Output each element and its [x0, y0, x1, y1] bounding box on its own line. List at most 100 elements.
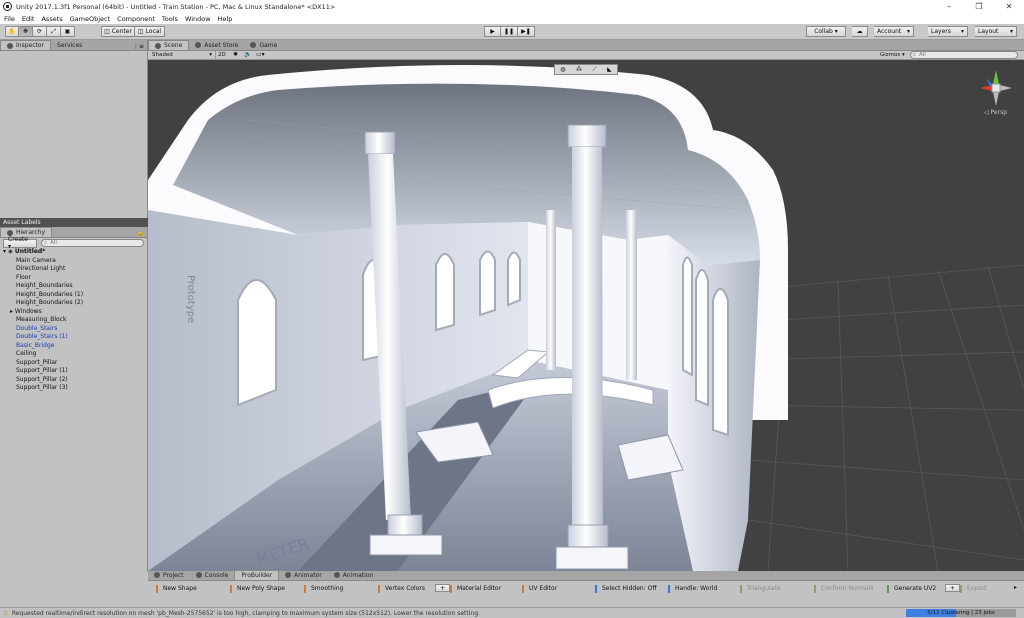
create-button[interactable]: Create ▾ — [3, 236, 38, 250]
close-button[interactable]: ✕ — [994, 2, 1024, 11]
material-editor-button[interactable]: Material Editor — [450, 585, 501, 593]
new-poly-shape-button[interactable]: New Poly Shape — [230, 585, 285, 593]
status-bar: ⚠ Requested realtime/indirect resolution… — [0, 607, 1024, 618]
2d-mode-toggle[interactable]: 2D — [218, 51, 230, 59]
window-title: Unity 2017.1.3f1 Personal (64bit) - Unti… — [16, 2, 336, 11]
tab-animator[interactable]: Animator — [279, 570, 328, 580]
lighting-toggle-icon[interactable]: ✹ — [233, 51, 238, 59]
status-message[interactable]: Requested realtime/indirect resolution o… — [12, 610, 906, 617]
menu-gameobject[interactable]: GameObject — [70, 15, 111, 23]
step-button[interactable]: ▶❚ — [518, 26, 535, 37]
hierarchy-item-label: Basic_Bridge — [16, 341, 55, 349]
tab-game[interactable]: Game — [244, 40, 283, 50]
hierarchy-search-placeholder: All — [50, 240, 57, 246]
hierarchy-item-label: Double_Stairs (1) — [16, 333, 68, 340]
panel-menu-icon[interactable]: ⋮≡ — [133, 43, 144, 50]
scene-root-row[interactable]: ▾ ◈ Untitled* — [0, 248, 147, 257]
generate-uv2-button[interactable]: Generate UV2 — [887, 585, 936, 593]
hierarchy-item[interactable]: ▸ Windows — [0, 308, 147, 317]
menu-tools[interactable]: Tools — [162, 15, 178, 23]
collab-button[interactable]: Collab ▾ — [806, 26, 846, 37]
pause-button[interactable]: ❚❚ — [501, 26, 518, 37]
smoothing-button[interactable]: Smoothing — [304, 585, 343, 593]
menu-edit[interactable]: Edit — [22, 15, 35, 23]
hierarchy-item[interactable]: Height_Boundaries (2) — [0, 299, 147, 308]
maximize-button[interactable]: ❐ — [964, 2, 994, 11]
menu-window[interactable]: Window — [185, 15, 211, 23]
tab-animation[interactable]: Animation — [328, 570, 380, 580]
account-label: Account — [877, 28, 902, 35]
hierarchy-item[interactable]: Height_Boundaries — [0, 282, 147, 291]
hierarchy-item[interactable]: Support_Pillar (1) — [0, 367, 147, 376]
face-select-icon[interactable]: ◣ — [607, 66, 612, 73]
hierarchy-item[interactable]: Height_Boundaries (1) — [0, 291, 147, 300]
move-tool-button[interactable]: ✥ — [19, 26, 33, 37]
scene-toolbar: Shaded ▾ 2D ✹ 🔈 ▭▾ Gizmos ▾ ⌕ All — [148, 51, 1024, 60]
shading-mode-dropdown[interactable]: Shaded ▾ — [152, 51, 216, 59]
lock-icon[interactable]: 🔒 — [137, 230, 144, 237]
vertex-colors-options-button[interactable]: + — [435, 584, 451, 592]
layers-dropdown[interactable]: Layers ▾ — [928, 26, 968, 37]
asset-labels-bar[interactable]: Asset Labels — [0, 218, 148, 227]
menu-assets[interactable]: Assets — [41, 15, 62, 23]
vertex-colors-button[interactable]: Vertex Colors — [378, 585, 425, 593]
scroll-right-icon[interactable]: ▸ — [1014, 584, 1017, 591]
scene-viewport[interactable]: METER Prototype ◍ ⁂ ⟋ ◣ ◁ Persp — [148, 60, 1024, 571]
minimize-button[interactable]: – — [934, 2, 964, 11]
hand-tool-button[interactable]: ✋ — [5, 26, 19, 37]
hierarchy-item[interactable]: Ceiling — [0, 350, 147, 359]
persp-label[interactable]: ◁ Persp — [984, 109, 1007, 116]
scene-search-input[interactable]: ⌕ All — [910, 51, 1018, 59]
rotate-tool-button[interactable]: ⟳ — [33, 26, 47, 37]
tab-asset-store[interactable]: Asset Store — [189, 40, 244, 50]
probuilder-toolbar: New Shape New Poly Shape Smoothing Verte… — [148, 581, 1024, 607]
export-button[interactable]: Export — [960, 585, 987, 593]
hierarchy-item[interactable]: Support_Pillar (2) — [0, 376, 147, 385]
new-shape-button[interactable]: New Shape — [156, 585, 197, 593]
vertex-select-icon[interactable]: ⁂ — [576, 66, 582, 73]
tab-scene[interactable]: Scene — [148, 40, 190, 50]
orientation-gizmo[interactable]: ◁ Persp — [974, 66, 1018, 118]
tab-project[interactable]: Project — [148, 570, 190, 580]
globe-icon[interactable]: ◍ — [560, 66, 565, 73]
hierarchy-item[interactable]: Floor — [0, 274, 147, 283]
generate-uv2-options-button[interactable]: + — [945, 584, 961, 592]
hierarchy-item[interactable]: Measuring_Block — [0, 316, 147, 325]
uv-editor-button[interactable]: UV Editor — [522, 585, 557, 593]
account-dropdown[interactable]: Account ▾ — [874, 26, 914, 37]
edge-select-icon[interactable]: ⟋ — [592, 66, 596, 74]
scene-root-label: Untitled* — [14, 248, 46, 255]
persp-text: Persp — [990, 109, 1008, 116]
layout-dropdown[interactable]: Layout ▾ — [975, 26, 1017, 37]
menu-help[interactable]: Help — [218, 15, 233, 23]
hierarchy-item[interactable]: Double_Stairs (1) — [0, 333, 147, 342]
hierarchy-item[interactable]: Support_Pillar — [0, 359, 147, 368]
hierarchy-item[interactable]: Main Camera — [0, 257, 147, 266]
audio-toggle-icon[interactable]: 🔈 — [244, 51, 251, 59]
scale-tool-button[interactable]: ⤢ — [47, 26, 61, 37]
select-hidden-toggle[interactable]: Select Hidden: Off — [595, 585, 657, 593]
conform-normals-button[interactable]: Conform Normals — [814, 585, 873, 593]
hierarchy-item[interactable]: Directional Light — [0, 265, 147, 274]
cloud-button[interactable]: ☁ — [852, 26, 868, 37]
handle-world-toggle[interactable]: Handle: World — [668, 585, 717, 593]
tab-services[interactable]: Services — [51, 40, 88, 50]
rect-tool-button[interactable]: ▣ — [61, 26, 75, 37]
tab-console[interactable]: Console — [190, 570, 235, 580]
effects-toggle-icon[interactable]: ▭▾ — [256, 51, 265, 59]
play-button[interactable]: ▶ — [484, 26, 501, 37]
hierarchy-item[interactable]: Support_Pillar (3) — [0, 384, 147, 393]
menu-file[interactable]: File — [4, 15, 15, 23]
gizmos-dropdown[interactable]: Gizmos ▾ — [880, 51, 905, 59]
tab-inspector[interactable]: Inspector — [0, 40, 51, 50]
pivot-space-button[interactable]: ◫ Local — [135, 26, 165, 37]
folder-icon — [154, 572, 160, 578]
triangulate-button[interactable]: Triangulate — [740, 585, 780, 593]
lightmap-progress-bar[interactable]: 5/11 Clustering | 23 jobs — [906, 609, 1016, 617]
menu-component[interactable]: Component — [117, 15, 155, 23]
hierarchy-item[interactable]: Double_Stairs — [0, 325, 147, 334]
hierarchy-search-input[interactable]: ⌕ All — [41, 239, 144, 247]
pivot-center-button[interactable]: ◫ Center — [101, 26, 135, 37]
hierarchy-item[interactable]: Basic_Bridge — [0, 342, 147, 351]
tab-probuilder[interactable]: ProBuilder — [234, 570, 280, 580]
